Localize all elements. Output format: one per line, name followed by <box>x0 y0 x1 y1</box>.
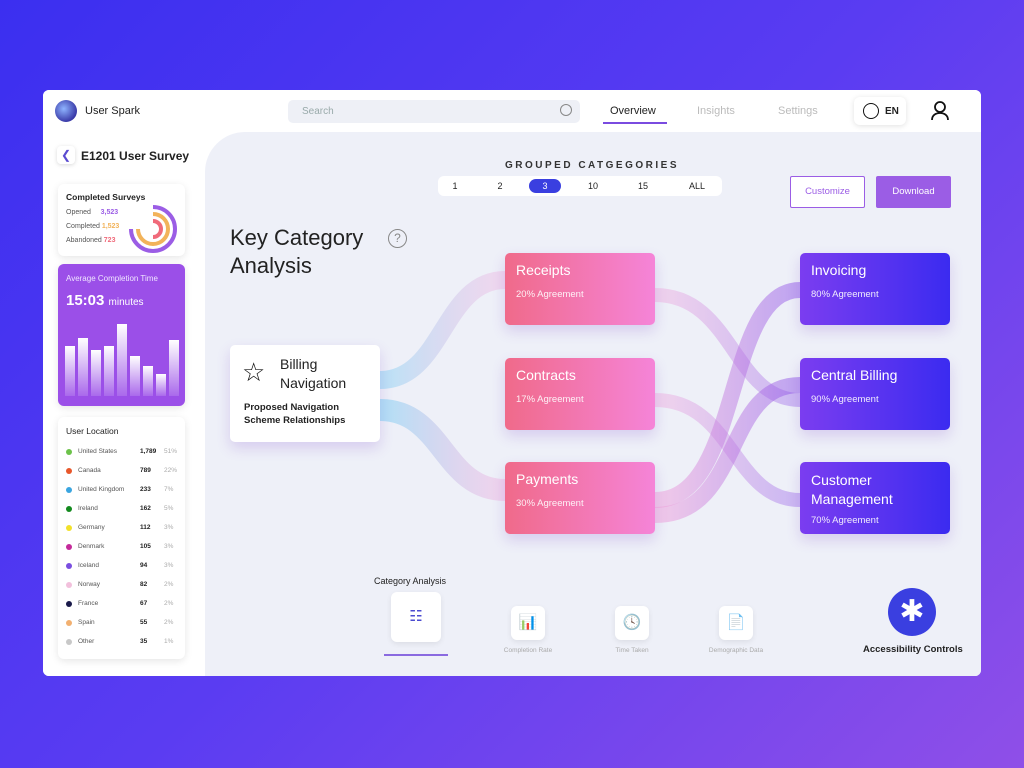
flow-billing-payments <box>379 399 506 501</box>
bar-chart-icon: 📊 <box>518 614 538 631</box>
tab-category-analysis[interactable]: ☷ <box>391 592 441 642</box>
node-subtitle: Proposed Navigation Scheme Relationships <box>244 402 346 426</box>
accessibility-label: Accessibility Controls <box>863 644 963 655</box>
clock-icon: 🕓 <box>622 614 642 631</box>
app-window: User Spark Search Overview Insights Sett… <box>43 90 981 676</box>
tab-label: Completion Rate <box>503 647 553 654</box>
node-payments[interactable]: Payments 30% Agreement <box>505 462 655 534</box>
source-node-billing-navigation[interactable]: ☆ Billing Navigation Proposed Navigation S… <box>230 345 380 442</box>
accessibility-icon: ✱ <box>899 595 925 628</box>
tab-time-taken[interactable]: 🕓 <box>615 606 649 640</box>
node-receipts[interactable]: Receipts 20% Agreement <box>505 253 655 325</box>
tab-label: Time Taken <box>615 647 649 654</box>
hierarchy-icon: ☷ <box>409 608 423 625</box>
node-central-billing[interactable]: Central Billing 90% Agreement <box>800 358 950 430</box>
tabs-title: Category Analysis <box>374 576 447 586</box>
node-title: Billing Navigation <box>280 356 347 391</box>
tab-completion-rate[interactable]: 📊 <box>511 606 545 640</box>
document-search-icon: 📄 <box>726 614 746 631</box>
star-icon: ☆ <box>242 357 266 387</box>
node-customer-management[interactable]: Customer Management 70% Agreement <box>800 462 950 534</box>
tab-active-indicator <box>384 654 448 656</box>
tab-demographic-data[interactable]: 📄 <box>719 606 753 640</box>
flow-billing-receipts <box>379 271 506 389</box>
accessibility-button[interactable]: ✱ <box>888 588 936 636</box>
node-contracts[interactable]: Contracts 17% Agreement <box>505 358 655 430</box>
node-invoicing[interactable]: Invoicing 80% Agreement <box>800 253 950 325</box>
tab-label: Demographic Data <box>708 647 764 654</box>
